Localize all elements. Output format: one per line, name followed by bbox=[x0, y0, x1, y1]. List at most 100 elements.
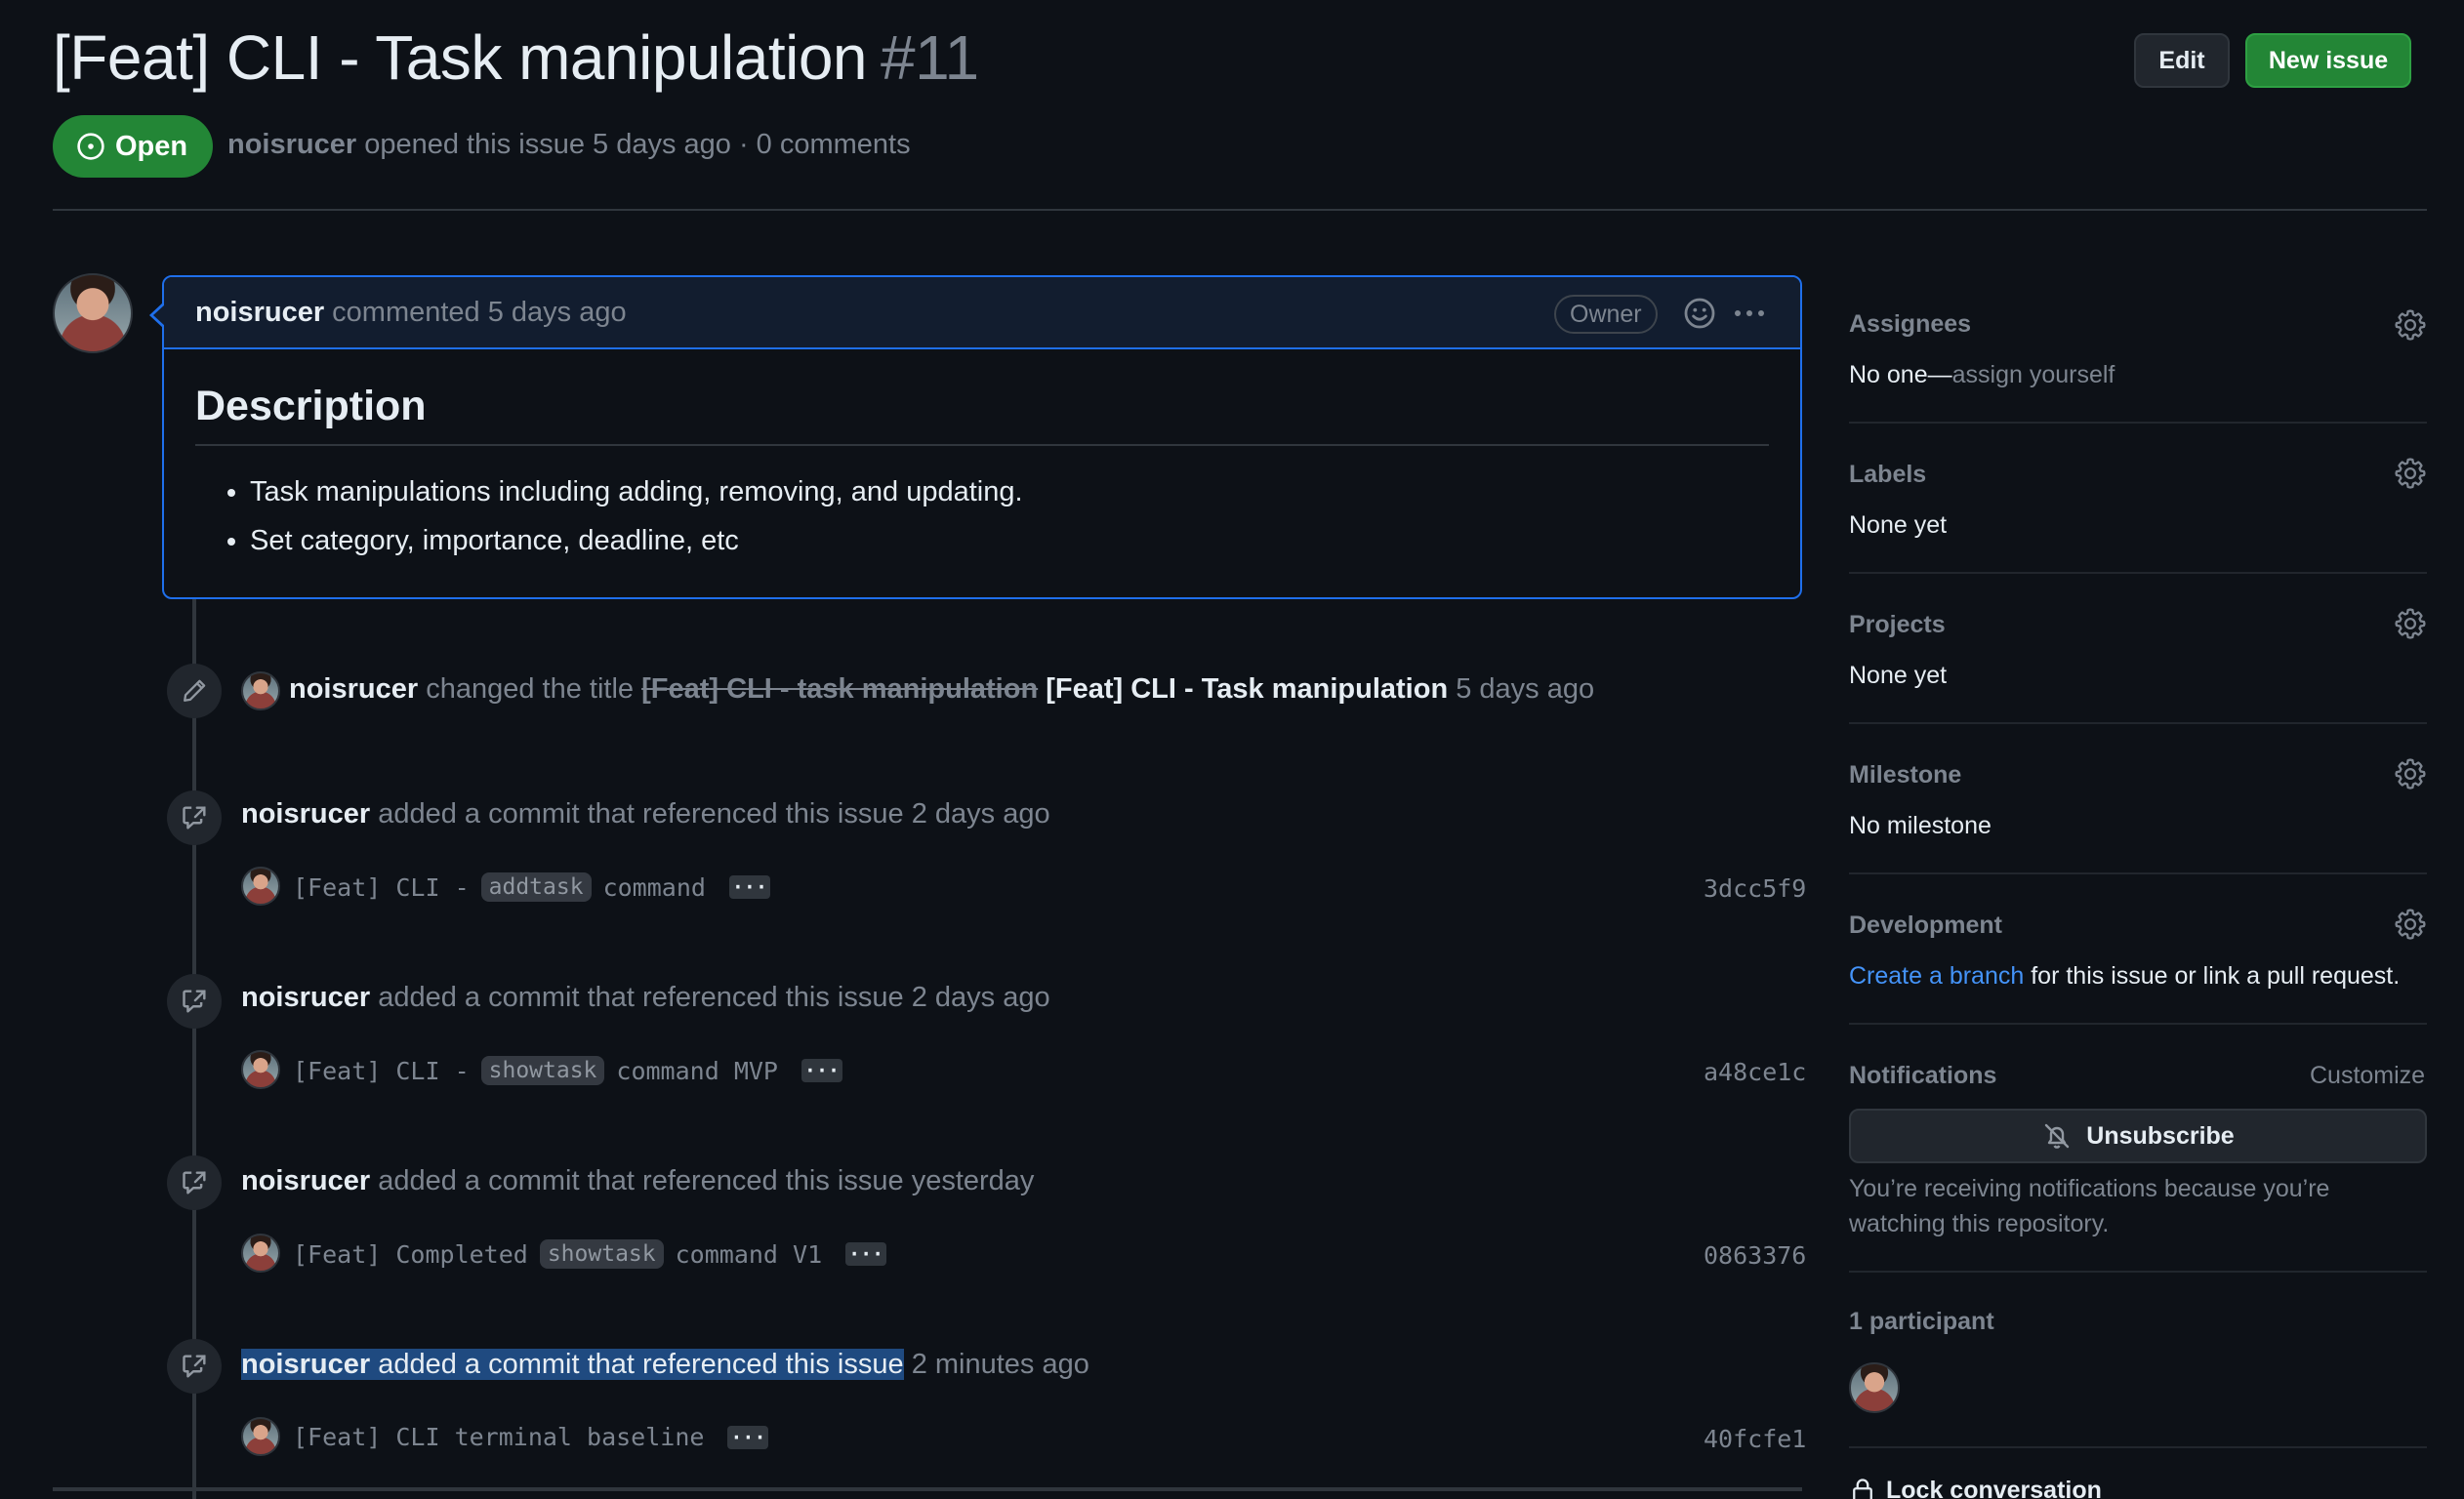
lock-conversation-link[interactable]: Lock conversation bbox=[1849, 1476, 2102, 1499]
commit-message-text[interactable]: [Feat] Completed bbox=[293, 1240, 528, 1269]
avatar[interactable] bbox=[241, 671, 280, 710]
event-author-link[interactable]: noisrucer bbox=[241, 1165, 370, 1196]
commit-event: noisrucer added a commit that referenced… bbox=[241, 1165, 1034, 1197]
kebab-icon[interactable] bbox=[1732, 297, 1767, 330]
commit-message[interactable]: [Feat] CLI terminal baseline ··· bbox=[293, 1423, 769, 1451]
rename-event: noisrucer changed the title [Feat] CLI -… bbox=[289, 673, 1594, 706]
expand-commit-button[interactable]: ··· bbox=[845, 1242, 887, 1266]
divider bbox=[1849, 572, 2427, 574]
commit-message-text[interactable]: [Feat] CLI - bbox=[293, 1057, 470, 1085]
gear-icon[interactable] bbox=[2394, 457, 2427, 490]
description-list: Task manipulations including adding, rem… bbox=[195, 467, 1769, 565]
cross-reference-icon bbox=[183, 990, 206, 1013]
commit-event: noisrucer added a commit that referenced… bbox=[241, 798, 1050, 831]
divider bbox=[1849, 1023, 2427, 1025]
milestone-value: No milestone bbox=[1849, 812, 1992, 839]
avatar[interactable] bbox=[241, 1050, 280, 1089]
event-action: changed the title bbox=[426, 673, 635, 705]
unsubscribe-button[interactable]: Unsubscribe bbox=[1849, 1109, 2427, 1163]
timeline-badge bbox=[167, 790, 222, 845]
divider bbox=[1849, 1446, 2427, 1448]
assignees-value: No one—assign yourself bbox=[1849, 361, 2115, 389]
gear-icon[interactable] bbox=[2394, 757, 2427, 790]
commit-sha[interactable]: 3dcc5f9 bbox=[1704, 874, 1806, 903]
event-author-link[interactable]: noisrucer bbox=[241, 982, 370, 1013]
event-time[interactable]: yesterday bbox=[912, 1165, 1035, 1196]
new-issue-button[interactable]: New issue bbox=[2245, 33, 2411, 88]
development-rest: for this issue or link a pull request. bbox=[2031, 962, 2401, 990]
avatar[interactable] bbox=[1849, 1362, 1900, 1413]
customize-link[interactable]: Customize bbox=[2310, 1062, 2425, 1090]
event-time[interactable]: 2 days ago bbox=[912, 982, 1050, 1013]
issue-meta: noisrucer opened this issue 5 days ago ·… bbox=[227, 129, 911, 161]
issue-author-link[interactable]: noisrucer bbox=[227, 129, 356, 160]
cross-reference-icon bbox=[183, 1171, 206, 1195]
event-time[interactable]: 2 days ago bbox=[912, 798, 1050, 830]
event-author-link[interactable]: noisrucer bbox=[289, 673, 418, 705]
comment-time[interactable]: commented 5 days ago bbox=[332, 297, 626, 329]
inline-code: showtask bbox=[480, 1056, 605, 1085]
commit-message-text[interactable]: command MVP bbox=[616, 1057, 778, 1085]
avatar[interactable] bbox=[241, 867, 280, 906]
cross-reference-icon bbox=[183, 1355, 206, 1378]
issue-title: [Feat] CLI - Task manipulation #11 bbox=[53, 21, 979, 94]
inline-code: showtask bbox=[539, 1239, 664, 1269]
edit-button[interactable]: Edit bbox=[2134, 33, 2230, 88]
assign-yourself-link[interactable]: assign yourself bbox=[1952, 361, 2115, 388]
commit-event: noisrucer added a commit that referenced… bbox=[241, 982, 1050, 1014]
divider bbox=[1849, 872, 2427, 874]
commit-sha[interactable]: 0863376 bbox=[1704, 1241, 1806, 1270]
gear-icon[interactable] bbox=[2394, 908, 2427, 941]
issue-title-text: [Feat] CLI - Task manipulation bbox=[53, 22, 868, 93]
assignees-none: No one— bbox=[1849, 361, 1952, 388]
commit-message-text[interactable]: command V1 bbox=[676, 1240, 823, 1269]
commit-message[interactable]: [Feat] CLI - addtask command ··· bbox=[293, 872, 770, 902]
commit-sha[interactable]: a48ce1c bbox=[1704, 1058, 1806, 1086]
expand-commit-button[interactable]: ··· bbox=[801, 1059, 842, 1082]
development-value: Create a branch for this issue or link a… bbox=[1849, 962, 2400, 991]
expand-commit-button[interactable]: ··· bbox=[728, 875, 770, 899]
gear-icon[interactable] bbox=[2394, 607, 2427, 640]
issue-number: #11 bbox=[881, 22, 979, 93]
create-branch-link[interactable]: Create a branch bbox=[1849, 962, 2024, 990]
status-label: Open bbox=[115, 130, 188, 162]
comment-body: Description Task manipulations including… bbox=[164, 383, 1800, 565]
commit-event: noisrucer added a commit that referenced… bbox=[241, 1349, 1089, 1381]
bell-slash-icon bbox=[2045, 1123, 2070, 1149]
comment-author-link[interactable]: noisrucer bbox=[195, 297, 324, 329]
projects-heading: Projects bbox=[1849, 611, 1946, 638]
status-badge: Open bbox=[53, 115, 213, 178]
commit-message[interactable]: [Feat] CLI - showtask command MVP ··· bbox=[293, 1056, 842, 1085]
avatar[interactable] bbox=[241, 1234, 280, 1273]
event-action: added a commit that referenced this issu… bbox=[378, 1165, 904, 1196]
gear-icon[interactable] bbox=[2394, 308, 2427, 342]
avatar[interactable] bbox=[241, 1417, 280, 1456]
smiley-icon[interactable] bbox=[1683, 297, 1716, 330]
assignees-heading: Assignees bbox=[1849, 310, 1972, 338]
issue-opened-text: opened this issue 5 days ago · 0 comment… bbox=[364, 129, 911, 160]
participants-heading: 1 participant bbox=[1849, 1308, 1994, 1335]
notifications-heading: Notifications bbox=[1849, 1062, 1997, 1089]
list-item: Task manipulations including adding, rem… bbox=[250, 467, 1769, 516]
commit-message-text[interactable]: [Feat] CLI terminal baseline bbox=[293, 1423, 704, 1451]
event-author-link[interactable]: noisrucer bbox=[241, 1349, 370, 1380]
expand-commit-button[interactable]: ··· bbox=[727, 1425, 769, 1449]
labels-value: None yet bbox=[1849, 511, 1948, 539]
issue-opened-icon bbox=[77, 133, 104, 160]
pencil-icon bbox=[184, 679, 206, 702]
labels-heading: Labels bbox=[1849, 461, 1927, 488]
event-time[interactable]: 5 days ago bbox=[1456, 673, 1594, 705]
commit-message-text[interactable]: command bbox=[603, 873, 706, 902]
divider bbox=[1849, 1271, 2427, 1273]
commit-sha[interactable]: 40fcfe1 bbox=[1704, 1425, 1806, 1453]
milestone-heading: Milestone bbox=[1849, 761, 1962, 789]
commit-message[interactable]: [Feat] Completed showtask command V1 ··· bbox=[293, 1239, 887, 1269]
lock-icon bbox=[1853, 1479, 1872, 1499]
commit-message-text[interactable]: [Feat] CLI - bbox=[293, 873, 470, 902]
divider bbox=[1849, 722, 2427, 724]
event-author-link[interactable]: noisrucer bbox=[241, 798, 370, 830]
avatar[interactable] bbox=[53, 273, 133, 353]
comment-header: noisrucer commented 5 days ago Owner bbox=[164, 277, 1800, 349]
event-time[interactable]: 2 minutes ago bbox=[912, 1349, 1089, 1380]
header-divider bbox=[53, 209, 2427, 211]
